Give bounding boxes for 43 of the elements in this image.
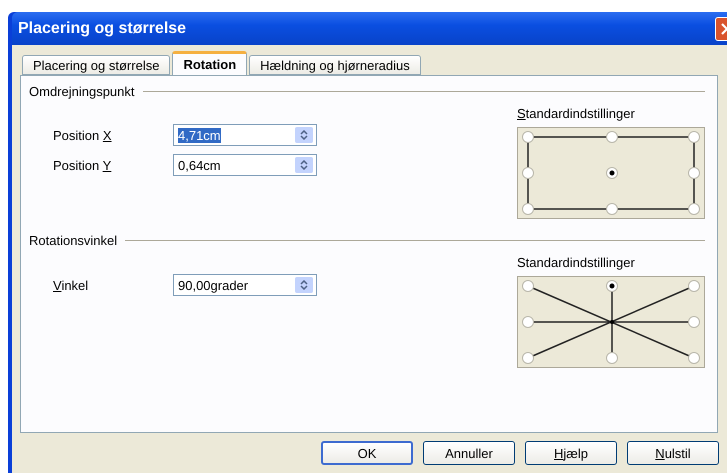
radio-button[interactable] — [688, 352, 700, 364]
input-field[interactable]: 0,64cm — [173, 154, 317, 176]
radio-button[interactable] — [522, 167, 534, 179]
radio-button[interactable] — [606, 280, 618, 292]
section-heading: Rotationsvinkel — [29, 233, 118, 248]
spin-button[interactable] — [295, 157, 313, 173]
dialog-button[interactable]: OK — [321, 441, 413, 465]
radio-button[interactable] — [688, 280, 700, 292]
radio-button[interactable] — [688, 167, 700, 179]
radio-button[interactable] — [606, 352, 618, 364]
tab[interactable]: Placering og størrelse — [22, 55, 170, 75]
field-label: Position Y — [53, 158, 112, 172]
radio-button[interactable] — [606, 203, 618, 215]
tab[interactable]: Rotation — [172, 51, 248, 75]
radio-button[interactable] — [688, 131, 700, 143]
radio-button[interactable] — [522, 280, 534, 292]
field-label: Vinkel — [53, 278, 90, 292]
radio-button[interactable] — [688, 316, 700, 328]
radio-button[interactable] — [688, 203, 700, 215]
radio-button[interactable] — [522, 131, 534, 143]
up-down-icon — [300, 280, 308, 290]
tab[interactable]: Hældning og hjørneradius — [249, 55, 421, 75]
picker-label: Standardindstillinger — [517, 106, 636, 121]
position-picker[interactable] — [517, 276, 705, 368]
spin-button[interactable] — [295, 277, 313, 293]
position-picker[interactable] — [517, 127, 705, 219]
dialog-button[interactable]: Hjælp — [525, 441, 617, 465]
radio-button[interactable] — [606, 167, 618, 179]
up-down-icon — [300, 130, 308, 140]
radio-button[interactable] — [522, 203, 534, 215]
dialog-button[interactable]: Nulstil — [627, 441, 719, 465]
radio-button[interactable] — [606, 131, 618, 143]
up-down-icon — [300, 160, 308, 170]
dialog-button[interactable]: Annuller — [423, 441, 515, 465]
spin-button[interactable] — [295, 127, 313, 143]
radio-button[interactable] — [522, 352, 534, 364]
radio-button[interactable] — [522, 316, 534, 328]
field-label: Position X — [53, 128, 113, 142]
input-field[interactable]: 4,71cm — [173, 124, 317, 146]
window-title: Placering og størrelse — [18, 20, 186, 38]
picker-label: Standardindstillinger — [517, 255, 636, 270]
section-heading: Omdrejningspunkt — [29, 84, 134, 99]
input-field[interactable]: 90,00grader — [173, 274, 317, 296]
